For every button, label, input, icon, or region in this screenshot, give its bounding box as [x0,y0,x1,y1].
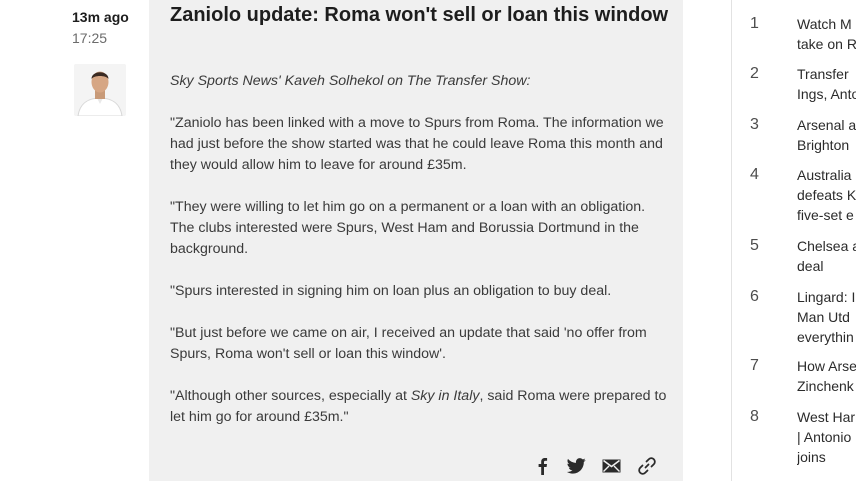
paragraph-1: "Zaniolo has been linked with a move to … [170,115,664,173]
sky-in-italy-emphasis: Sky in Italy [410,388,480,404]
headline-link[interactable]: Arsenal a Brighton [797,115,856,155]
paragraph-5: "Although other sources, especially at S… [170,386,670,428]
headline-link[interactable]: Transfer Ings, Anto [797,64,856,104]
headline-link[interactable]: Australia defeats K five-set e [797,165,856,225]
email-icon [602,459,621,473]
facebook-icon [538,458,547,475]
post-title: Zaniolo update: Roma won't sell or loan … [170,4,669,26]
paragraph-5-start: "Although other sources, especially at [170,388,411,404]
share-facebook-button[interactable] [531,456,552,477]
share-twitter-button[interactable] [566,456,587,477]
time-ago: 13m ago [72,9,129,25]
rank-number: 7 [750,357,759,374]
share-email-button[interactable] [601,456,622,477]
headline-link[interactable]: Lingard: I Man Utd everythin [797,287,856,347]
paragraph-3: "Spurs interested in signing him on loan… [170,283,612,299]
rank-number: 3 [750,116,759,133]
rank-number: 1 [750,15,759,32]
source-line-text: Sky Sports News' Kaveh Solhekol on The T… [170,73,531,89]
paragraph-4: "But just before we came on air, I recei… [170,325,647,362]
author-avatar [74,64,126,116]
post-body: Sky Sports News' Kaveh Solhekol on The T… [170,71,670,449]
most-read-rail: 1 Watch M take on R 2 Transfer Ings, Ant… [731,0,856,481]
headline-link[interactable]: Chelsea a deal [797,236,856,276]
share-bar [531,455,657,477]
author-photo [74,64,126,116]
copy-link-button[interactable] [636,456,657,477]
post-time: 17:25 [72,30,108,46]
source-line: Sky Sports News' Kaveh Solhekol on The T… [170,71,670,92]
post-timestamp: 13m ago 17:25 [72,8,142,48]
paragraph-2: "They were willing to let him go on a pe… [170,199,646,257]
rank-number: 2 [750,65,759,82]
rank-number: 8 [750,408,759,425]
rank-number: 5 [750,237,759,254]
headline-link[interactable]: West Har | Antonio joins [797,407,856,467]
live-blog-post: Zaniolo update: Roma won't sell or loan … [149,0,683,481]
twitter-icon [567,458,586,474]
headline-link[interactable]: Watch M take on R [797,14,856,54]
link-icon [637,457,656,475]
rank-number: 4 [750,166,759,183]
headline-link[interactable]: How Arse Zinchenk [797,356,856,396]
rank-number: 6 [750,288,759,305]
